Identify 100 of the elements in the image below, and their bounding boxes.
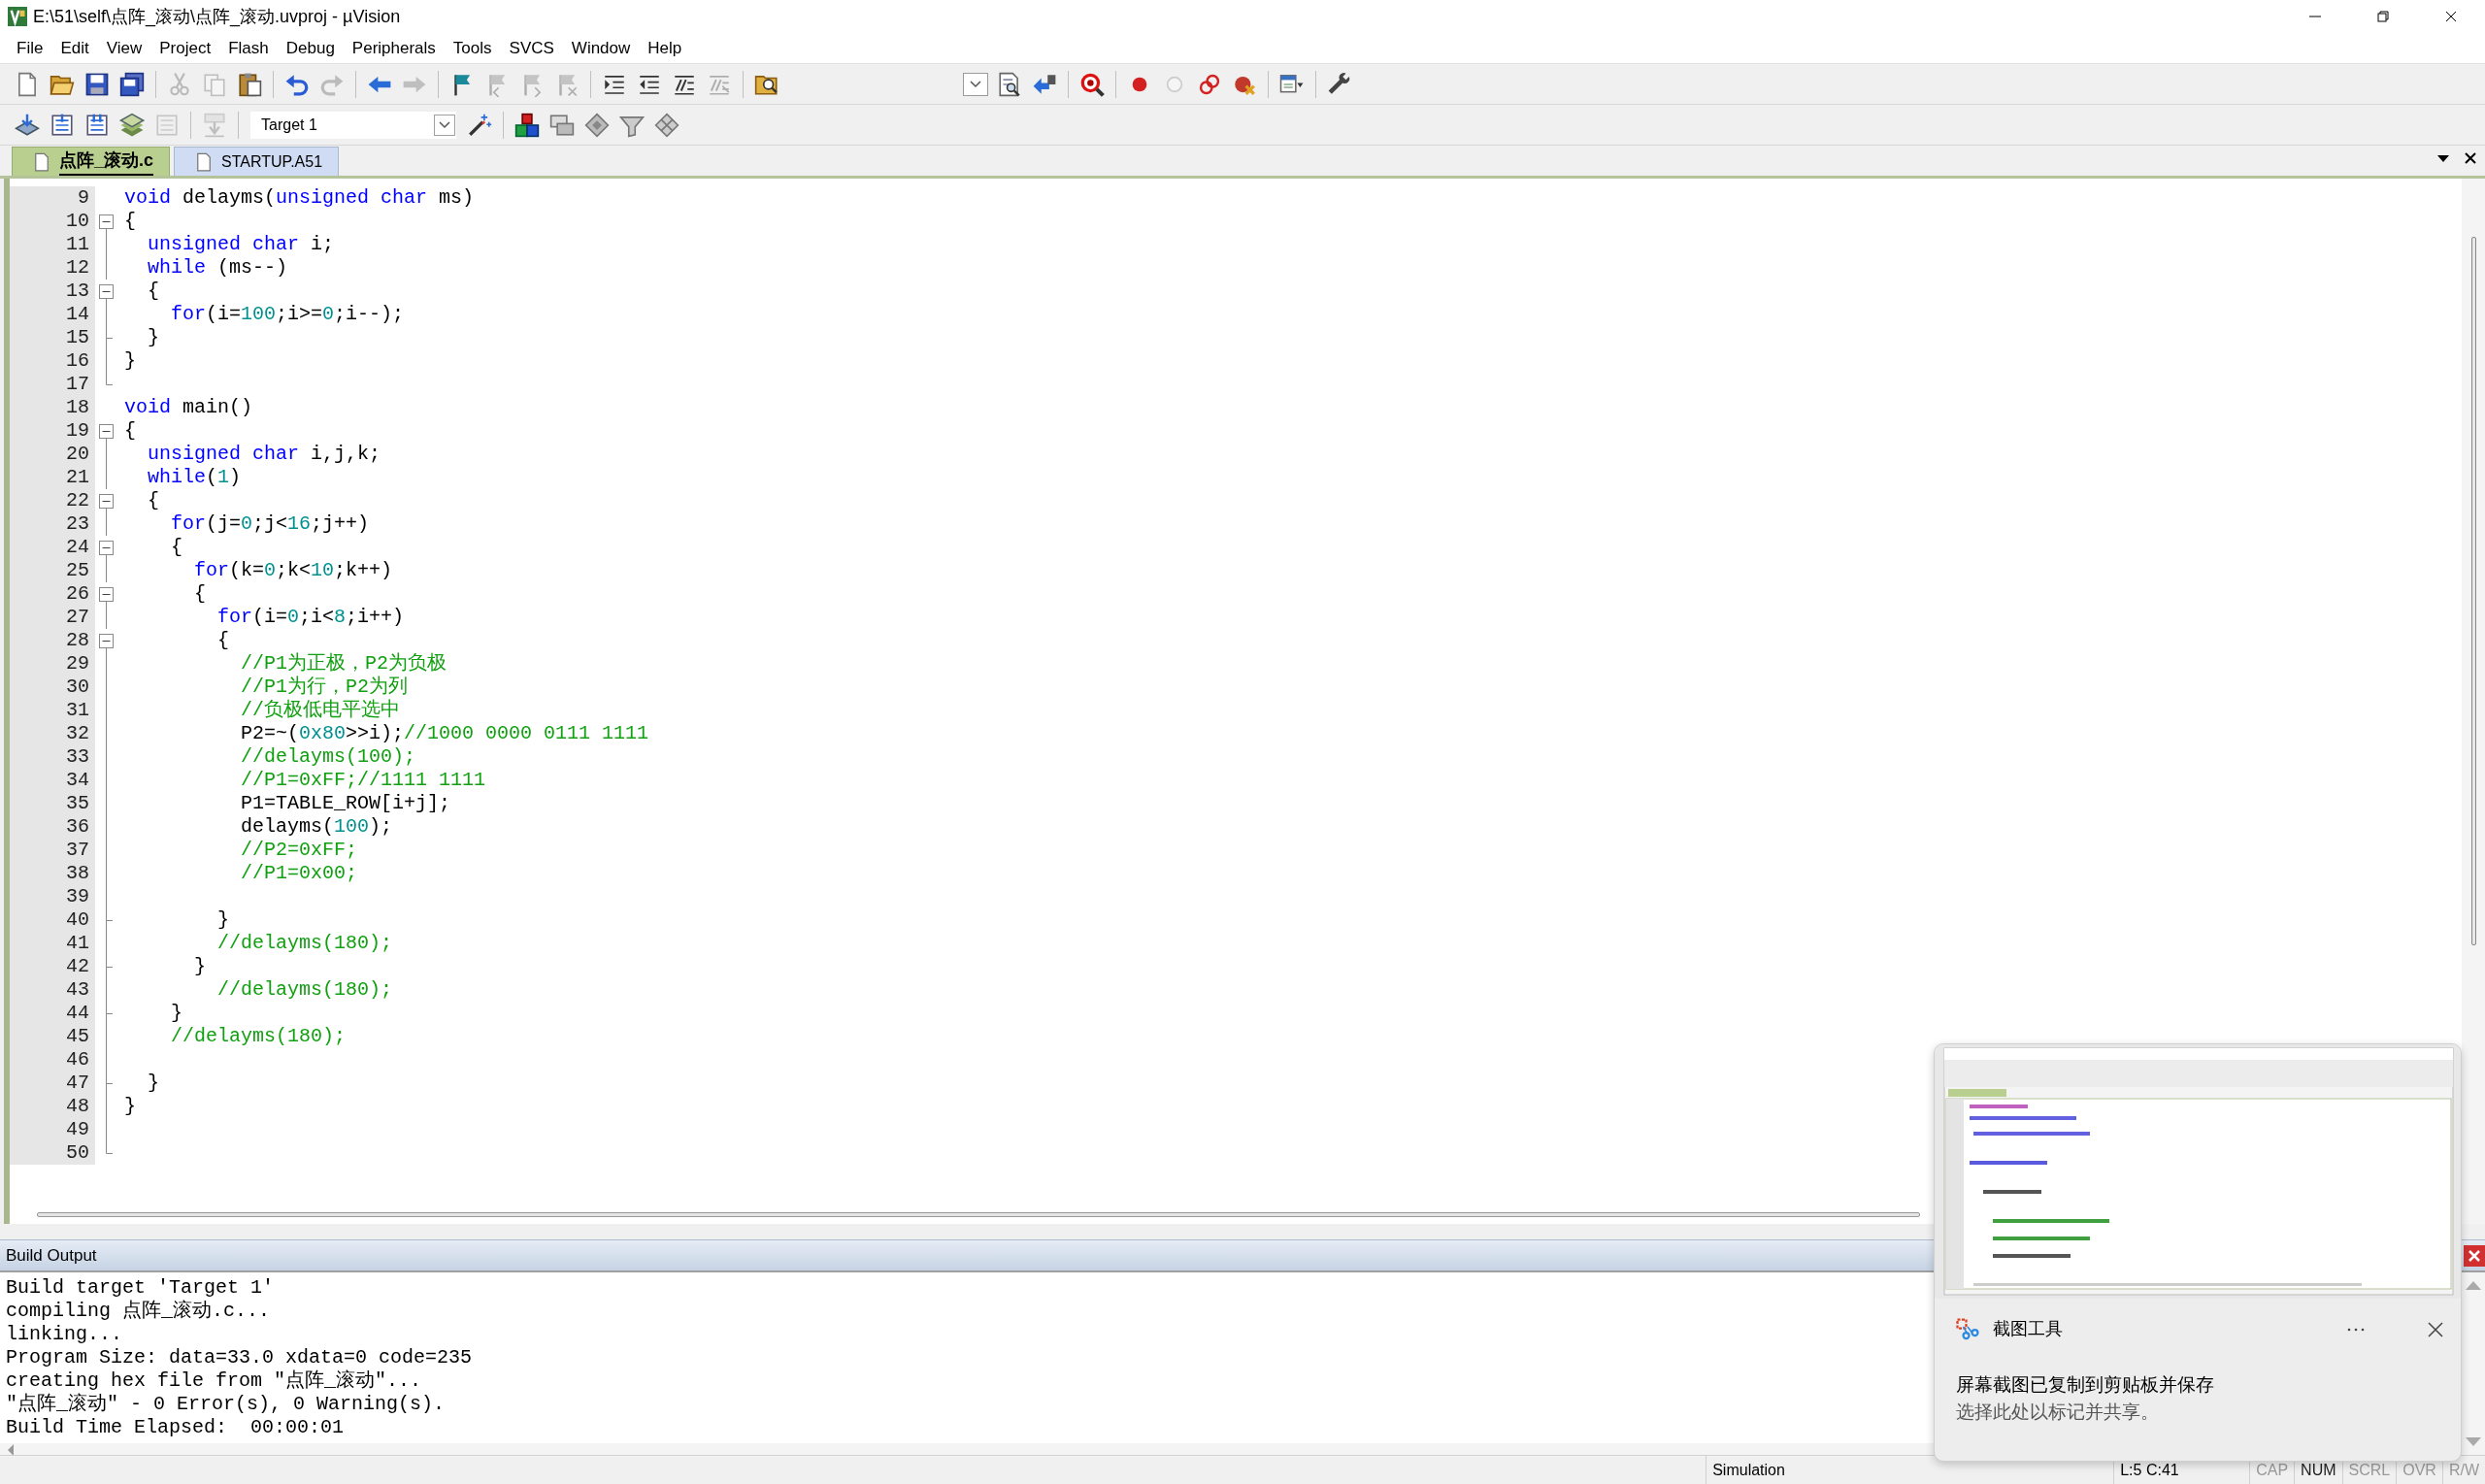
line-number: 25 [10,559,95,582]
notification-hint[interactable]: 选择此处以标记并共享。 [1956,1402,2159,1422]
menu-item[interactable]: Peripherals [343,33,445,63]
batch-build-icon[interactable] [119,112,145,138]
translate-icon[interactable] [15,112,40,138]
line-number: 15 [10,326,95,349]
code-line: void delayms(unsigned char ms) [124,185,475,211]
collapse-icon[interactable] [99,634,114,648]
line-number: 17 [10,373,95,396]
output-line: "点阵_滚动" - 0 Error(s), 0 Warning(s). [6,1393,446,1415]
file-icon [196,151,213,172]
code-line: for(i=0;i<8;i++) [217,605,405,630]
collapse-icon[interactable] [99,494,114,509]
code-line: unsigned char i,j,k; [148,442,381,467]
build-icon[interactable] [50,112,75,138]
file-tab[interactable]: 点阵_滚动.c [12,147,171,176]
menu-item[interactable]: Flash [219,33,278,63]
line-number: 9 [10,186,95,210]
more-icon[interactable] [2346,1326,2366,1333]
magnifier-icon[interactable] [1079,71,1105,97]
line-number: 13 [10,280,95,303]
rebuild-icon[interactable] [84,112,110,138]
code-line: } [124,1094,136,1119]
menu-item[interactable]: View [97,33,151,63]
save-icon[interactable] [84,71,110,97]
paste-icon[interactable] [237,71,262,97]
magic-wand-icon[interactable] [467,112,492,138]
dropdown-button[interactable] [963,72,988,96]
line-number: 34 [10,769,95,792]
code-line: void main() [124,395,253,420]
collapse-icon[interactable] [99,214,114,229]
stack-icon[interactable] [549,112,575,138]
snipping-tool-icon [1956,1317,1979,1341]
menu-item[interactable]: Window [562,33,640,63]
line-number: 37 [10,839,95,862]
line-number: 11 [10,233,95,256]
output-line: Build Time Elapsed: 00:00:01 [6,1416,345,1438]
menu-item[interactable]: Help [639,33,691,63]
code-line: { [124,209,136,234]
line-number: 19 [10,419,95,443]
code-line: //P1为行，P2为列 [241,675,409,699]
app-name: 截图工具 [1993,1318,2063,1340]
menu-item[interactable]: SVCS [500,33,563,63]
code-line: { [217,628,230,653]
code-line: } [148,1071,160,1096]
line-number: 21 [10,466,95,489]
status-indicator: OVR [2402,1460,2436,1480]
line-number: 18 [10,396,95,419]
diamond-icon[interactable] [584,112,610,138]
line-number: 32 [10,722,95,745]
code-line: { [148,488,160,513]
scroll-left-icon[interactable] [6,1443,16,1457]
line-number: 40 [10,908,95,932]
code-line: { [171,535,183,560]
line-number: 39 [10,885,95,908]
menu-item[interactable]: Edit [51,33,98,63]
code-line: } [217,907,230,933]
line-number: 43 [10,978,95,1002]
menu-item[interactable]: File [8,33,52,63]
components-icon[interactable] [514,112,540,138]
code-line: //delayms(180); [217,931,393,956]
output-line: creating hex file from "点阵_滚动"... [6,1369,422,1392]
caret-icon [439,120,450,129]
close-icon[interactable] [2428,1321,2443,1337]
line-number: 24 [10,536,95,559]
collapse-icon[interactable] [99,284,114,299]
notification-toast[interactable]: 截图工具 屏幕截图已复制到剪贴板并保存 选择此处以标记并共享。 [1934,1043,2462,1462]
window-title: E:\51\self\点阵_滚动\点阵_滚动.uvproj - µVision [33,5,401,29]
status-indicator: SCRL [2348,1460,2391,1480]
line-number: 30 [10,676,95,699]
collapse-icon[interactable] [99,587,114,602]
menu-item[interactable]: Project [150,33,220,63]
save-all-icon[interactable] [119,71,145,97]
file-tab[interactable]: STARTUP.A51 [174,147,340,176]
code-line: unsigned char i; [148,232,335,257]
line-number: 31 [10,699,95,722]
close-icon[interactable] [2464,151,2477,165]
line-number: 49 [10,1118,95,1141]
code-line: for(i=100;i>=0;i--); [171,302,405,327]
line-number: 44 [10,1002,95,1025]
line-number: 20 [10,443,95,466]
menu-item[interactable]: Debug [277,33,344,63]
file-icon [34,151,50,172]
restore-icon[interactable] [2375,9,2391,24]
close-icon[interactable] [2443,9,2459,24]
code-line: } [171,1001,183,1026]
line-number: 46 [10,1048,95,1072]
code-line: { [148,279,160,304]
code-line: //负极低电平选中 [241,698,401,723]
grid-icon[interactable] [654,112,679,138]
line-number: 22 [10,489,95,512]
collapse-icon[interactable] [99,541,114,555]
collapse-icon[interactable] [99,424,114,439]
status-indicator: R/W [2448,1460,2479,1480]
cursor-position: L:5 C:41 [2120,1460,2179,1480]
target-select[interactable]: Target 1 [250,111,456,139]
find-document-icon[interactable] [997,71,1022,97]
scrollbar-thumb[interactable] [2471,237,2476,945]
horizontal-scrollbar[interactable] [37,1211,1920,1217]
menu-item[interactable]: Tools [444,33,501,63]
